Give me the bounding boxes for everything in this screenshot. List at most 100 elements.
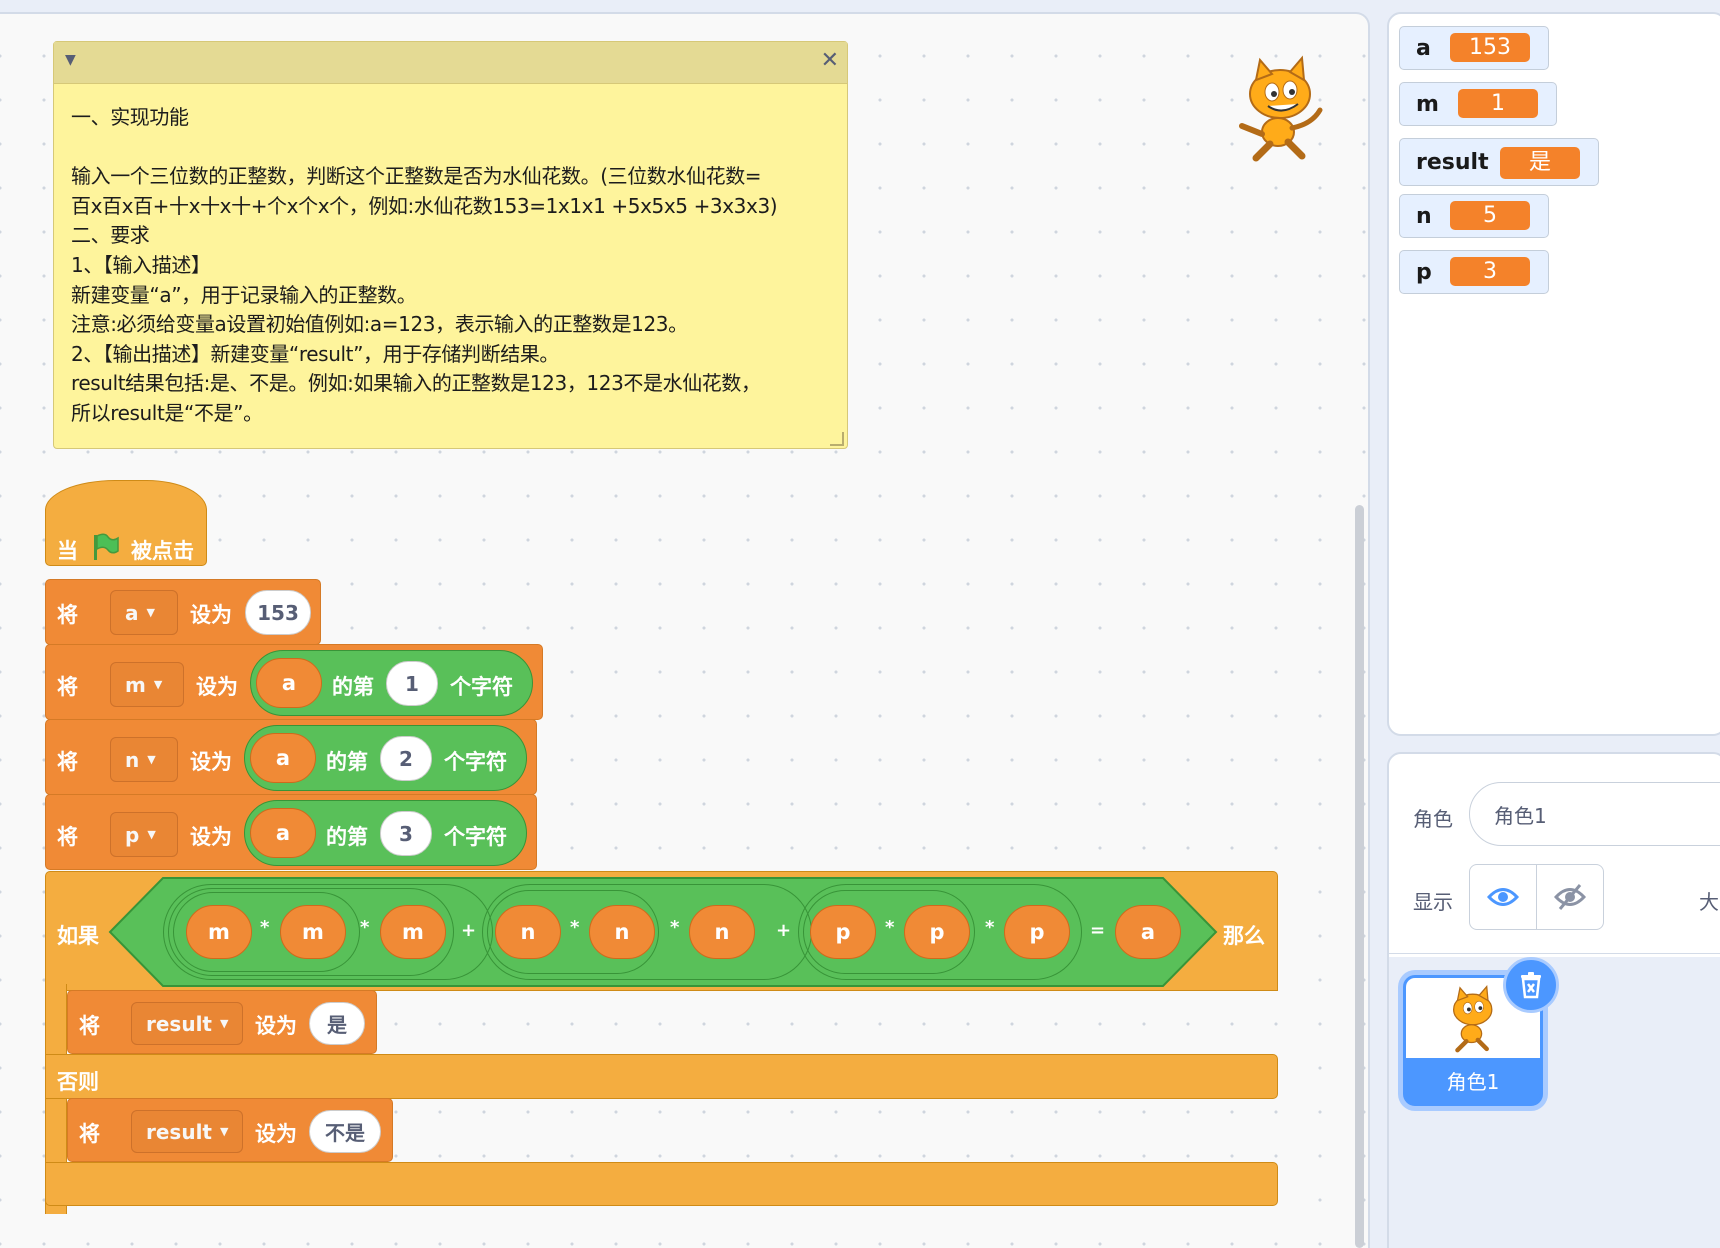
value-input-yes[interactable]: 是 [309,1002,365,1045]
dropdown-arrow-icon: ▼ [147,828,156,841]
to-word: 设为 [190,750,232,774]
show-label: 显示 [1413,890,1453,914]
times-operator: * [570,917,580,938]
comment-header[interactable]: ▼ ✕ [54,42,847,84]
to-word: 设为 [255,1014,297,1038]
var-reporter-a[interactable]: a [1115,905,1181,959]
comment-line: 百x百x百+十x十x十+个x个x个，例如:水仙花数153=1x1x1 +5x5x… [71,193,778,218]
stage[interactable]: a 153 m 1 result 是 n 5 p 3 [1387,12,1720,736]
char-word: 个字符 [444,825,507,849]
string-reporter-a[interactable]: a [256,658,322,708]
else-word: 否则 [57,1070,99,1094]
set-word: 将 [57,675,78,699]
var-reporter-m[interactable]: m [186,905,252,959]
variable-dropdown-a[interactable]: a ▼ [110,590,178,635]
monitor-a[interactable]: a 153 [1399,26,1549,70]
sprite-cat-icon [1453,984,1493,1053]
monitor-n[interactable]: n 5 [1399,194,1549,238]
comment-line: 新建变量“a”，用于记录输入的正整数。 [71,282,417,307]
comment-line: 一、实现功能 [71,105,189,129]
close-icon[interactable]: ✕ [821,48,839,73]
dropdown-arrow-icon: ▼ [146,606,155,619]
sprite-thumbnail-name: 角色1 [1446,1070,1500,1094]
to-word: 设为 [190,603,232,627]
times-operator: * [985,917,995,938]
plus-operator: + [776,920,792,941]
variable-dropdown-result[interactable]: result ▼ [131,1002,243,1045]
comment-line: 输入一个三位数的正整数，判断这个正整数是否为水仙花数。(三位数水仙花数= [71,164,762,189]
comment-line: 1、【输入描述】 [71,252,211,277]
set-word: 将 [57,825,78,849]
dropdown-arrow-icon: ▼ [220,1125,229,1138]
comment-text[interactable]: 一、实现功能 输入一个三位数的正整数，判断这个正整数是否为水仙花数。(三位数水仙… [54,84,847,429]
size-label-partial: 大 [1699,890,1719,914]
var-reporter-n[interactable]: n [495,905,561,959]
hide-button[interactable] [1536,864,1604,930]
var-reporter-m[interactable]: m [380,905,446,959]
sprite-list: 角色1 [1389,957,1720,1248]
set-word: 将 [57,603,78,627]
if-else-block-footer [45,1162,1278,1206]
sprite-label: 角色 [1413,807,1453,831]
value-input-153[interactable]: 153 [245,590,311,635]
eye-slash-icon [1554,884,1586,910]
var-reporter-p[interactable]: p [904,905,970,959]
else-bar[interactable] [45,1054,1278,1099]
times-operator: * [885,917,895,938]
monitor-m[interactable]: m 1 [1399,82,1557,126]
plus-operator: + [461,920,477,941]
dropdown-arrow-icon: ▼ [147,753,156,766]
comment-note[interactable]: ▼ ✕ 一、实现功能 输入一个三位数的正整数，判断这个正整数是否为水仙花数。(三… [53,41,848,449]
times-operator: * [670,917,680,938]
set-word: 将 [57,750,78,774]
comment-line: 所以result是“不是”。 [71,400,263,425]
monitor-result[interactable]: result 是 [1399,138,1599,186]
to-word: 设为 [190,825,232,849]
index-input-3[interactable]: 3 [380,811,432,856]
comment-line: 注意:必须给变量a设置初始值例如:a=123，表示输入的正整数是123。 [71,312,688,337]
variable-dropdown-p[interactable]: p ▼ [110,812,178,857]
variable-dropdown-m[interactable]: m ▼ [110,662,184,707]
then-word: 那么 [1223,924,1265,948]
code-workspace[interactable]: ▼ ✕ 一、实现功能 输入一个三位数的正整数，判断这个正整数是否为水仙花数。(三… [0,12,1370,1248]
var-reporter-p[interactable]: p [1004,905,1070,959]
variable-dropdown-result[interactable]: result ▼ [131,1110,243,1153]
equals-operator: = [1090,920,1106,941]
comment-line: 二、要求 [71,223,150,248]
sprite-name-input[interactable]: 角色1 [1469,782,1720,846]
value-input-no[interactable]: 不是 [309,1110,381,1153]
var-reporter-n[interactable]: n [689,905,755,959]
variable-dropdown-n[interactable]: n ▼ [110,737,178,782]
to-word: 设为 [255,1122,297,1146]
workspace-scrollbar[interactable] [1355,505,1364,1248]
green-flag-icon[interactable] [90,532,120,562]
var-reporter-n[interactable]: n [589,905,655,959]
sprite-info: 角色 角色1 显示 大 [1389,754,1720,954]
monitor-p[interactable]: p 3 [1399,250,1549,294]
comment-line: result结果包括:是、不是。例如:如果输入的正整数是123，123不是水仙花… [71,371,761,396]
times-operator: * [260,917,270,938]
char-word: 个字符 [450,675,513,699]
caret-down-icon[interactable]: ▼ [65,52,76,68]
set-word: 将 [79,1122,100,1146]
index-input-1[interactable]: 1 [386,661,438,706]
sprite-panel: 角色 角色1 显示 大 角色1 [1387,752,1720,1248]
string-reporter-a[interactable]: a [250,808,316,858]
hat-clicked-label: 被点击 [131,539,194,563]
eye-icon [1487,888,1519,906]
dropdown-arrow-icon: ▼ [153,678,163,691]
if-word: 如果 [57,924,99,948]
delete-sprite-button[interactable] [1503,957,1559,1013]
string-reporter-a[interactable]: a [250,733,316,783]
dropdown-arrow-icon: ▼ [220,1017,229,1030]
var-reporter-p[interactable]: p [810,905,876,959]
index-input-2[interactable]: 2 [380,736,432,781]
scratch-editor: ▼ ✕ 一、实现功能 输入一个三位数的正整数，判断这个正整数是否为水仙花数。(三… [0,0,1720,1248]
show-button[interactable] [1469,864,1537,930]
set-word: 将 [79,1014,100,1038]
hat-when-label: 当 [57,539,78,563]
trash-icon [1521,972,1541,999]
sprite-cat-icon [1239,55,1323,162]
resize-handle[interactable] [830,432,844,446]
var-reporter-m[interactable]: m [280,905,346,959]
